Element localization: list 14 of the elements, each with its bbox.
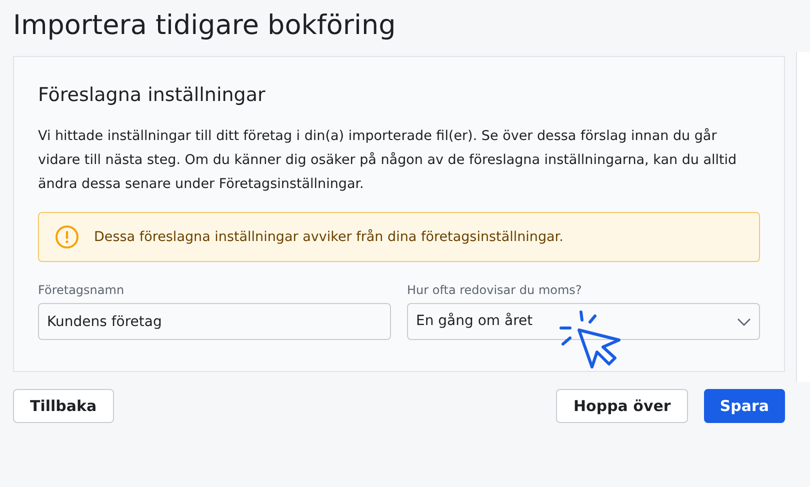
input-field[interactable]: Kundens företag bbox=[38, 303, 391, 340]
back-button[interactable]: Tillbaka bbox=[13, 389, 114, 423]
card-description: Vi hittade inställningar till ditt företag i din(a) importerade fil(er). Se över dessa förslag innan du går vidare till nästa steg. Om du känner dig osäker på någon av de föreslagna inställningarna, kan du alltid ändra dessa senare under Företagsinställningar. bbox=[38, 127, 738, 194]
exclamation-icon bbox=[55, 225, 79, 249]
card-heading: Föreslagna inställningar bbox=[38, 83, 266, 108]
save-button[interactable]: Spara bbox=[704, 389, 785, 423]
skip-button[interactable]: Hoppa över bbox=[556, 389, 688, 423]
page-title: Importera tidigare bokföring bbox=[13, 9, 397, 43]
chevron-down-icon bbox=[737, 318, 751, 326]
cursor-click-icon bbox=[559, 310, 623, 370]
warning-text: Dessa föreslagna inställningar avviker från dina företagsinställningar. bbox=[94, 228, 564, 247]
select-field[interactable]: En gång om året bbox=[407, 303, 760, 340]
field-label: Hur ofta redovisar du moms? bbox=[407, 282, 583, 298]
field-label: Företagsnamn bbox=[38, 282, 126, 298]
